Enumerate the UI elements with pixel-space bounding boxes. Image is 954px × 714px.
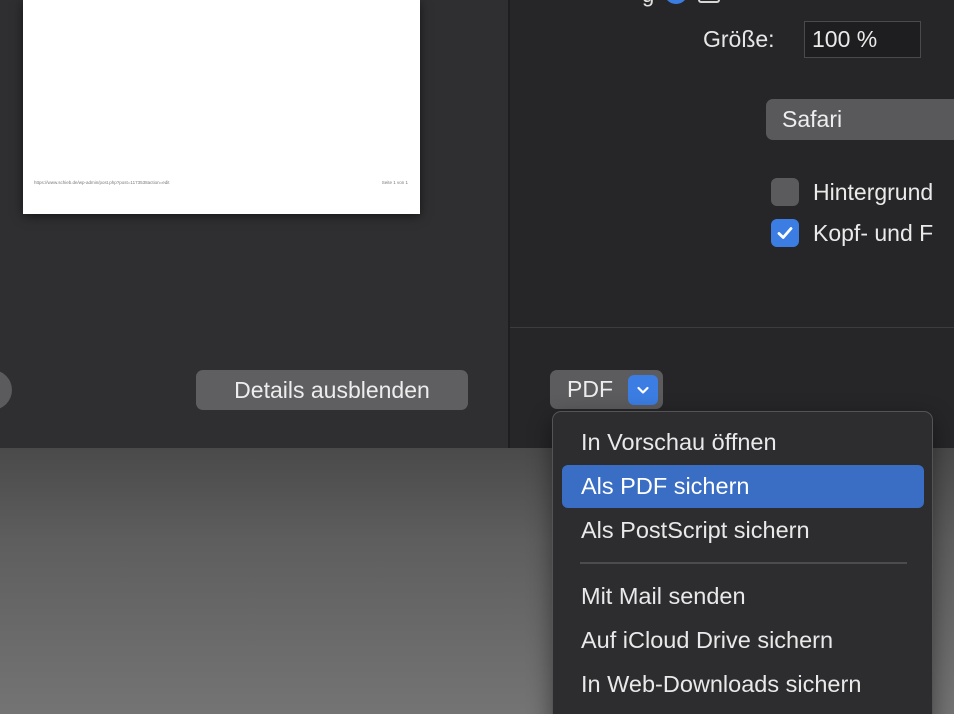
page-footer-url: https://www.schieb.de/wp-admin/post.php?… (34, 180, 170, 185)
header-footer-option[interactable]: Kopf- und F (771, 219, 933, 247)
background-checkbox[interactable] (771, 178, 799, 206)
chevron-down-icon[interactable] (628, 374, 658, 405)
size-input[interactable]: 100 % (804, 21, 921, 58)
orientation-radio[interactable] (664, 0, 689, 4)
menu-item-save-as-pdf[interactable]: Als PDF sichern (562, 465, 924, 508)
menu-item-send-via-mail[interactable]: Mit Mail senden (562, 575, 924, 618)
pdf-menu-button[interactable]: PDF (550, 370, 663, 409)
preview-pane: https://www.schieb.de/wp-admin/post.php?… (0, 0, 509, 448)
orientation-label-fragment: g (642, 0, 654, 6)
header-footer-option-label: Kopf- und F (813, 220, 934, 246)
orientation-row: g (642, 0, 721, 6)
hide-details-button[interactable]: Details ausblenden (196, 370, 468, 410)
menu-item-save-to-icloud-drive[interactable]: Auf iCloud Drive sichern (562, 619, 924, 662)
settings-separator (510, 327, 954, 328)
menu-item-open-in-preview[interactable]: In Vorschau öffnen (562, 421, 924, 464)
background-option-label: Hintergrund (813, 179, 934, 205)
pdf-dropdown-menu: In Vorschau öffnen Als PDF sichern Als P… (552, 411, 933, 714)
preview-page: https://www.schieb.de/wp-admin/post.php?… (23, 0, 420, 214)
header-footer-checkbox[interactable] (771, 219, 799, 247)
menu-separator (580, 562, 907, 564)
page-footer-number: Seite 1 von 1 (381, 180, 408, 185)
menu-item-save-as-postscript[interactable]: Als PostScript sichern (562, 509, 924, 552)
background-option[interactable]: Hintergrund (771, 178, 933, 206)
app-options-select[interactable]: Safari (766, 99, 954, 140)
menu-item-save-to-web-downloads[interactable]: In Web-Downloads sichern (562, 663, 924, 706)
size-label: Größe: (703, 26, 775, 52)
pdf-button-label: PDF (567, 376, 613, 402)
checkmark-icon (777, 227, 793, 239)
help-button[interactable] (0, 370, 12, 410)
chevron-down-glyph (637, 386, 649, 394)
portrait-icon (698, 0, 721, 3)
